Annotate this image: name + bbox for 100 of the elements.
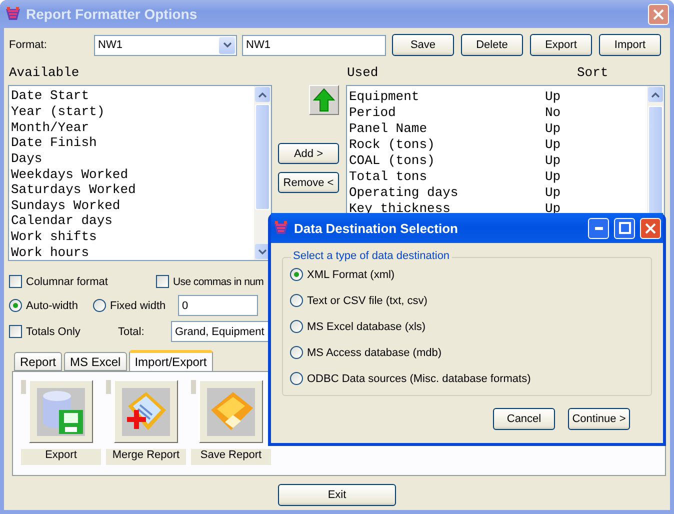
toolbar-button[interactable]: Export	[530, 34, 592, 56]
radio-button[interactable]	[290, 346, 303, 359]
toolbar-button[interactable]: Import	[599, 34, 661, 56]
scroll-up-button[interactable]	[648, 87, 663, 102]
toolbar-grip	[21, 380, 26, 394]
radio-label: MS Excel database (xls)	[307, 320, 426, 332]
list-item[interactable]: Period	[349, 104, 545, 120]
tool-button[interactable]	[199, 380, 263, 443]
list-item[interactable]: Rock (tons)	[349, 136, 545, 152]
exit-button[interactable]: Exit	[278, 484, 396, 506]
checkbox-label: Use commas in num	[173, 276, 264, 288]
radio-button[interactable]	[9, 299, 22, 312]
list-item[interactable]: Work hours	[11, 244, 90, 260]
list-item[interactable]: Operating days	[349, 184, 545, 200]
scroll-thumb[interactable]	[255, 104, 270, 210]
list-item[interactable]: Year (start)	[11, 104, 105, 119]
scroll-up-icon	[651, 92, 660, 98]
sort-value: Up	[545, 168, 561, 184]
clipboard-plus-icon	[122, 388, 170, 436]
radio-label: ODBC Data sources (Misc. database formats)	[307, 372, 531, 384]
list-item[interactable]: Date Start	[11, 88, 90, 104]
sort-heading: Sort	[577, 65, 608, 80]
list-item[interactable]: COAL (tons)	[349, 152, 545, 168]
radio-button[interactable]	[290, 320, 303, 333]
dropdown-icon	[222, 42, 232, 48]
window-title: Report Formatter Options	[26, 6, 198, 22]
database-floppy-icon	[37, 388, 85, 436]
up-arrow-icon	[313, 88, 335, 112]
format-name-field[interactable]: NW1	[242, 34, 386, 56]
list-item[interactable]: Month/Year	[11, 120, 90, 135]
radio-label: Auto-width	[26, 300, 78, 312]
close-button[interactable]	[640, 218, 661, 238]
tool-button[interactable]	[29, 380, 93, 443]
radio-button[interactable]	[290, 372, 303, 385]
used-heading: Used	[347, 65, 380, 80]
radio-label: Fixed width	[110, 300, 166, 312]
sort-value: Up	[545, 120, 561, 136]
tab[interactable]: Report	[14, 352, 62, 371]
scroll-up-button[interactable]	[255, 87, 270, 102]
move-up-button[interactable]	[309, 85, 339, 115]
app-icon	[273, 220, 289, 236]
sort-value: Up	[545, 184, 561, 200]
tool-label: Export	[21, 449, 101, 465]
list-item[interactable]: Total tons	[349, 168, 545, 184]
list-item[interactable]: Saturdays Worked	[11, 182, 136, 198]
maximize-button[interactable]	[614, 218, 635, 238]
close-button[interactable]	[648, 4, 669, 24]
sort-value: Up	[545, 136, 561, 152]
tool-label: Merge Report	[106, 449, 186, 465]
radio-button[interactable]	[93, 299, 106, 312]
total-label: Total:	[118, 326, 146, 338]
dialog-button[interactable]: Cancel	[493, 408, 555, 430]
list-item[interactable]: Days	[11, 150, 42, 166]
list-item[interactable]: Key thickness	[349, 200, 545, 216]
sort-value: Up	[545, 200, 561, 216]
tab[interactable]: Import/Export	[128, 350, 213, 371]
app-icon	[5, 6, 21, 22]
dialog-button[interactable]: Continue >	[568, 408, 630, 430]
checkbox-label: Totals Only	[26, 326, 80, 338]
maximize-icon	[618, 222, 630, 234]
list-item[interactable]: Calendar days	[11, 213, 112, 228]
width-field[interactable]: 0	[178, 295, 258, 316]
checkbox-label: Columnar format	[26, 276, 108, 288]
available-heading: Available	[9, 65, 80, 80]
tool-label: Save Report	[191, 449, 271, 465]
scroll-up-icon	[258, 92, 267, 98]
toolbar-grip	[106, 380, 111, 394]
toolbar-grip	[191, 380, 196, 394]
move-button[interactable]: Remove <	[278, 172, 339, 193]
radio-button[interactable]	[290, 268, 303, 281]
sort-value: Up	[545, 88, 561, 104]
format-combo[interactable]: NW1	[94, 34, 237, 56]
radio-button[interactable]	[290, 294, 303, 307]
move-button[interactable]: Add >	[278, 143, 339, 164]
minimize-button[interactable]	[588, 218, 609, 238]
tab[interactable]: MS Excel	[64, 352, 127, 371]
format-label: Format:	[9, 39, 48, 51]
sort-value: Up	[545, 152, 561, 168]
list-item[interactable]: Sundays Worked	[11, 198, 120, 213]
scrollbar[interactable]	[254, 86, 271, 260]
list-item[interactable]: Weekdays Worked	[11, 166, 128, 182]
toolbar-button[interactable]: Save	[392, 34, 454, 56]
sort-value: No	[545, 104, 561, 120]
group-label: Select a type of data destination	[291, 250, 452, 262]
close-icon	[653, 8, 664, 20]
checkbox[interactable]	[9, 275, 22, 288]
minimize-icon	[594, 226, 602, 230]
checkbox[interactable]	[156, 275, 169, 288]
list-item[interactable]: Work shifts	[11, 229, 97, 244]
list-item[interactable]: Equipment	[349, 88, 545, 104]
toolbar-button[interactable]: Delete	[461, 34, 523, 56]
checkbox[interactable]	[9, 325, 22, 338]
close-icon	[645, 222, 656, 234]
tool-button[interactable]	[114, 380, 178, 443]
available-list[interactable]: Date Start Year (start) Month/Year Date Finish Days Weekdays Worked Saturdays Worked Sundays Worked Calendar days Work shifts Work hours	[8, 85, 272, 261]
radio-label: Text or CSV file (txt, csv)	[307, 294, 428, 306]
list-item[interactable]: Date Finish	[11, 135, 97, 150]
scroll-down-icon	[258, 248, 267, 254]
list-item[interactable]: Panel Name	[349, 120, 545, 136]
radio-label: MS Access database (mdb)	[307, 346, 442, 358]
